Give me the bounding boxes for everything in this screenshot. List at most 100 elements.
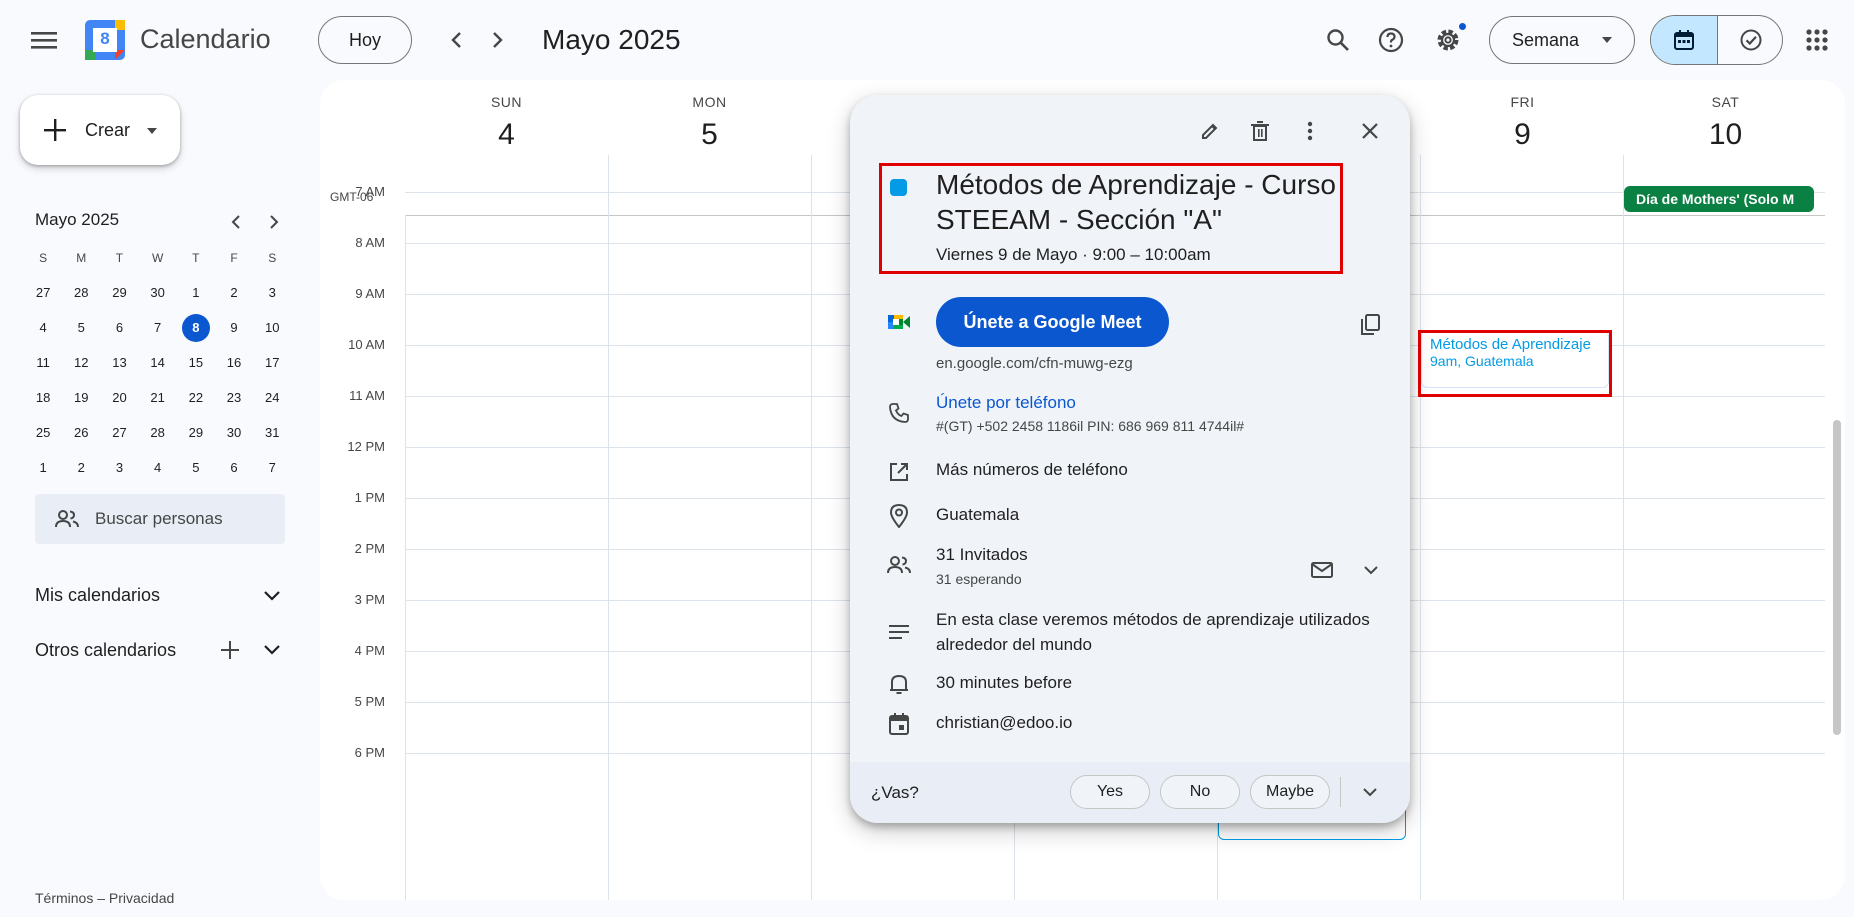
mini-calendar-next-button[interactable] — [260, 208, 288, 236]
mini-calendar-day[interactable]: 30 — [215, 425, 253, 440]
mini-calendar-day[interactable]: 29 — [100, 285, 138, 300]
mini-calendar-day[interactable]: 31 — [253, 425, 291, 440]
mini-calendar-day[interactable]: 3 — [100, 460, 138, 475]
hour-label: 9 AM — [355, 286, 385, 301]
mini-calendar-prev-button[interactable] — [222, 208, 250, 236]
mini-calendar-day[interactable]: 9 — [215, 320, 253, 335]
mini-calendar-day[interactable]: 10 — [253, 320, 291, 335]
mini-calendar-day[interactable]: 24 — [253, 390, 291, 405]
my-calendars-toggle[interactable] — [258, 582, 286, 610]
edit-event-button[interactable] — [1190, 111, 1230, 151]
mini-calendar-day[interactable]: 25 — [24, 425, 62, 440]
copy-link-button[interactable] — [1350, 305, 1390, 345]
mini-calendar-day[interactable]: 6 — [215, 460, 253, 475]
join-by-phone-link[interactable]: Únete por teléfono — [936, 393, 1076, 413]
allday-event-chip[interactable]: Día de Mothers' (Solo M — [1624, 186, 1814, 212]
my-calendars-label[interactable]: Mis calendarios — [35, 585, 160, 606]
mini-calendar-day[interactable]: 1 — [24, 460, 62, 475]
mini-calendar-day[interactable]: 8 — [177, 313, 215, 342]
mini-calendar-day[interactable]: 21 — [139, 390, 177, 405]
day-header-sat[interactable]: SAT 10 — [1624, 80, 1827, 152]
mini-calendar-day-number: 6 — [230, 460, 238, 475]
next-week-button[interactable] — [482, 20, 514, 60]
mini-calendar-day[interactable]: 1 — [177, 285, 215, 300]
mini-calendar-day[interactable]: 4 — [24, 320, 62, 335]
calendar-view-toggle[interactable] — [1651, 16, 1717, 64]
mini-calendar-day[interactable]: 15 — [177, 355, 215, 370]
mini-calendar-day[interactable]: 28 — [139, 425, 177, 440]
trash-icon — [1251, 121, 1269, 141]
mini-calendar-day[interactable]: 29 — [177, 425, 215, 440]
other-calendars-toggle[interactable] — [258, 636, 286, 664]
more-phone-numbers-link[interactable]: Más números de teléfono — [936, 460, 1128, 480]
mini-calendar-day[interactable]: 3 — [253, 285, 291, 300]
mini-calendar-day-number: 30 — [226, 425, 242, 440]
email-guests-button[interactable] — [1302, 550, 1342, 590]
chevron-left-icon — [451, 32, 461, 48]
expand-guests-button[interactable] — [1351, 550, 1391, 590]
mini-calendar-day[interactable]: 22 — [177, 390, 215, 405]
mini-calendar-day[interactable]: 23 — [215, 390, 253, 405]
rsvp-more-options-button[interactable] — [1350, 772, 1390, 812]
mini-calendar-day-number: 5 — [77, 320, 85, 335]
today-button[interactable]: Hoy — [318, 16, 412, 64]
mini-calendar-day[interactable]: 26 — [62, 425, 100, 440]
mini-calendar-day[interactable]: 28 — [62, 285, 100, 300]
settings-button[interactable] — [1428, 20, 1468, 60]
join-meet-button[interactable]: Únete a Google Meet — [936, 297, 1169, 347]
mini-calendar-day[interactable]: 13 — [100, 355, 138, 370]
day-header-mon[interactable]: MON 5 — [608, 80, 811, 152]
delete-event-button[interactable] — [1240, 111, 1280, 151]
day-header-sun[interactable]: SUN 4 — [405, 80, 608, 152]
mini-calendar-day[interactable]: 18 — [24, 390, 62, 405]
vertical-scrollbar[interactable] — [1833, 420, 1841, 735]
close-popup-button[interactable] — [1350, 111, 1390, 151]
mini-calendar-day[interactable]: 11 — [24, 355, 62, 370]
previous-week-button[interactable] — [440, 20, 472, 60]
mini-calendar-day[interactable]: 30 — [139, 285, 177, 300]
mini-calendar-day[interactable]: 12 — [62, 355, 100, 370]
mini-calendar-day[interactable]: 2 — [215, 285, 253, 300]
task-check-icon — [1740, 29, 1762, 51]
mini-calendar-day[interactable]: 2 — [62, 460, 100, 475]
rsvp-no-button[interactable]: No — [1160, 775, 1240, 809]
mini-calendar-day[interactable]: 17 — [253, 355, 291, 370]
search-button[interactable] — [1318, 20, 1358, 60]
more-options-button[interactable] — [1290, 111, 1330, 151]
rsvp-yes-button[interactable]: Yes — [1070, 775, 1150, 809]
mini-calendar-day[interactable]: 6 — [100, 320, 138, 335]
mini-calendar-day[interactable]: 27 — [100, 425, 138, 440]
mini-calendar-day-number: 27 — [112, 425, 127, 440]
tasks-view-toggle[interactable] — [1718, 16, 1782, 64]
top-bar: 8 Calendario Hoy Mayo 2025 Semana — [0, 0, 1854, 80]
view-selector[interactable]: Semana — [1489, 16, 1635, 64]
mini-calendar-day[interactable]: 5 — [177, 460, 215, 475]
mini-calendar-day-number: 22 — [188, 390, 204, 405]
meet-link[interactable]: en.google.com/cfn-muwg-ezg — [936, 355, 1133, 372]
add-other-calendar-button[interactable] — [216, 636, 244, 664]
mini-calendar-day[interactable]: 27 — [24, 285, 62, 300]
help-button[interactable] — [1371, 20, 1411, 60]
chevron-left-icon — [231, 215, 240, 229]
rsvp-maybe-button[interactable]: Maybe — [1250, 775, 1330, 809]
mini-calendar-day[interactable]: 7 — [253, 460, 291, 475]
mini-calendar-day[interactable]: 5 — [62, 320, 100, 335]
day-header-fri[interactable]: FRI 9 — [1421, 80, 1624, 152]
mini-calendar-day[interactable]: 19 — [62, 390, 100, 405]
google-apps-button[interactable] — [1797, 20, 1837, 60]
mini-calendar-day[interactable]: 14 — [139, 355, 177, 370]
hour-label: 8 AM — [355, 235, 385, 250]
mini-calendar-day[interactable]: 20 — [100, 390, 138, 405]
calendar-tasks-toggle — [1650, 15, 1783, 65]
mini-calendar-day[interactable]: 7 — [139, 320, 177, 335]
main-menu-button[interactable] — [22, 20, 66, 60]
mini-calendar-day-number: 29 — [188, 425, 204, 440]
other-calendars-label[interactable]: Otros calendarios — [35, 640, 176, 661]
create-button[interactable]: Crear — [20, 95, 180, 165]
mini-calendar-day-number: 8 — [181, 313, 210, 342]
mini-calendar-day-number: 21 — [150, 390, 165, 405]
mini-calendar-day[interactable]: 16 — [215, 355, 253, 370]
mini-calendar-day[interactable]: 4 — [139, 460, 177, 475]
terms-privacy-link[interactable]: Términos – Privacidad — [35, 890, 174, 906]
search-people-input[interactable]: Buscar personas — [35, 494, 285, 544]
